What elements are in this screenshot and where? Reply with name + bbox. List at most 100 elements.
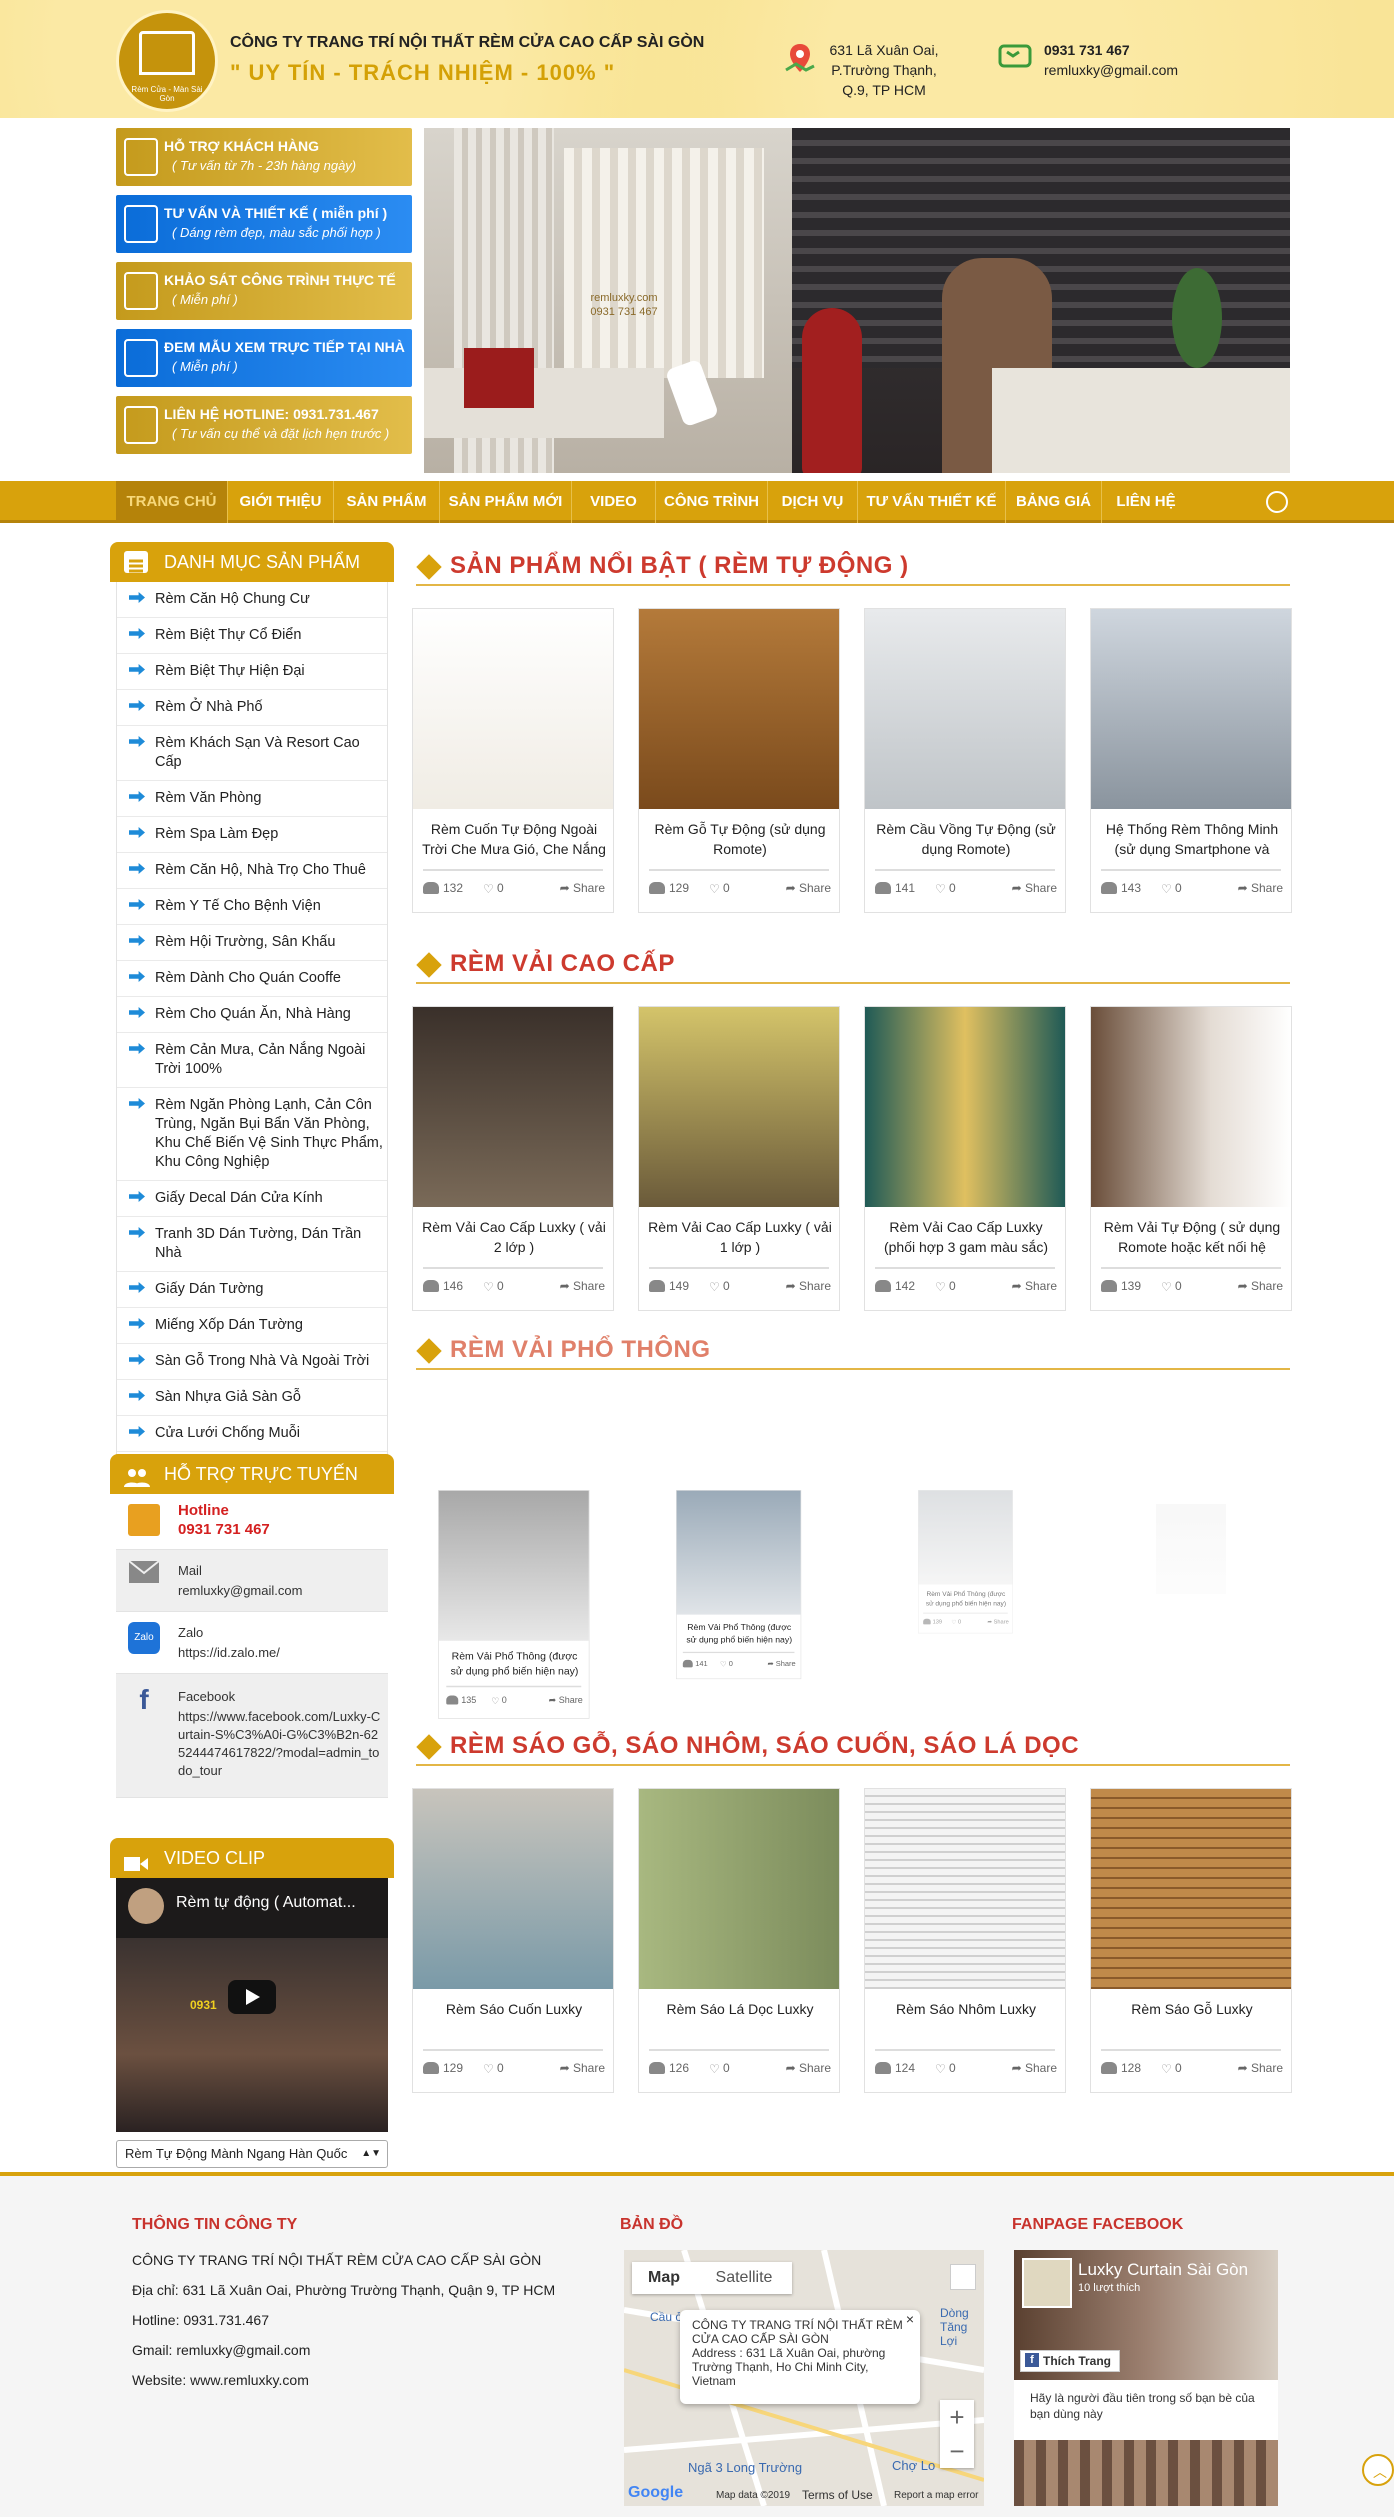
- product-card[interactable]: Rèm Sáo Gỗ Luxky 128 ♡ 0 ➦ Share: [1090, 1788, 1292, 2093]
- product-image[interactable]: [413, 1789, 613, 1989]
- header-phone[interactable]: 0931 731 467: [1044, 40, 1178, 60]
- category-item[interactable]: Rèm Hội Trường, Sân Khấu: [117, 925, 387, 961]
- nav-about[interactable]: GIỚI THIỆU: [228, 481, 334, 523]
- product-name[interactable]: Rèm Vải Cao Cấp Luxky ( vải 2 lớp ): [421, 1217, 607, 1261]
- share-button[interactable]: ➦ Share: [560, 1279, 605, 1293]
- support-mail[interactable]: Mail remluxky@gmail.com: [116, 1550, 388, 1612]
- product-image[interactable]: [865, 1789, 1065, 1989]
- product-card[interactable]: Hệ Thống Rèm Thông Minh (sử dụng Smartph…: [1090, 608, 1292, 913]
- share-button[interactable]: ➦ Share: [767, 1659, 795, 1668]
- video-player[interactable]: Rèm tự động ( Automat... 0931: [116, 1878, 388, 2132]
- category-item[interactable]: Sàn Nhựa Giả Sàn Gỗ: [117, 1380, 387, 1416]
- product-name[interactable]: Rèm Vải Cao Cấp Luxky (phối hợp 3 gam mà…: [873, 1217, 1059, 1261]
- company-logo[interactable]: Rèm Cửa - Màn Sài Gòn: [116, 10, 218, 112]
- section-title[interactable]: RÈM VẢI CAO CẤP: [450, 950, 675, 978]
- heart-icon[interactable]: ♡: [709, 1280, 720, 1294]
- heart-icon[interactable]: ♡: [720, 1660, 727, 1669]
- product-card[interactable]: Rèm Vải Tự Động ( sử dụng Romote hoặc kế…: [1090, 1006, 1292, 1311]
- product-name[interactable]: Rèm Gỗ Tự Động (sử dụng Romote): [647, 819, 833, 863]
- product-image[interactable]: [918, 1490, 1013, 1585]
- category-item[interactable]: Rèm Khách Sạn Và Resort Cao Cấp: [117, 726, 387, 781]
- category-item[interactable]: Sàn Gỗ Trong Nhà Và Ngoài Trời: [117, 1344, 387, 1380]
- category-item[interactable]: Rèm Căn Hộ Chung Cư: [117, 582, 387, 618]
- share-button[interactable]: ➦ Share: [1012, 2061, 1057, 2075]
- nav-home[interactable]: TRANG CHỦ: [116, 481, 228, 523]
- product-name[interactable]: Rèm Vải Phổ Thông (được sử dụng phổ biến…: [682, 1621, 797, 1648]
- category-item[interactable]: Rèm Ở Nhà Phố: [117, 690, 387, 726]
- category-item[interactable]: Rèm Biệt Thự Hiện Đại: [117, 654, 387, 690]
- share-button[interactable]: ➦ Share: [786, 2061, 831, 2075]
- footer-website[interactable]: Website: www.remluxky.com: [132, 2372, 309, 2388]
- zoom-in-icon[interactable]: +: [940, 2402, 974, 2433]
- category-item[interactable]: Rèm Văn Phòng: [117, 781, 387, 817]
- heart-icon[interactable]: ♡: [935, 1280, 946, 1294]
- product-name[interactable]: Rèm Sáo Nhôm Luxky: [873, 1999, 1059, 2043]
- support-box-samples[interactable]: ĐEM MẪU XEM TRỰC TIẾP TẠI NHÀ ( Miễn phí…: [116, 329, 412, 387]
- zoom-out-icon[interactable]: −: [940, 2436, 974, 2467]
- heart-icon[interactable]: ♡: [935, 2062, 946, 2076]
- hero-banner[interactable]: remluxky.com 0931 731 467: [424, 128, 1290, 473]
- facebook-widget[interactable]: Luxky Curtain Sài Gòn 10 lượt thích f Th…: [1014, 2250, 1278, 2506]
- product-card[interactable]: Rèm Sáo Nhôm Luxky 124 ♡ 0 ➦ Share: [864, 1788, 1066, 2093]
- category-item[interactable]: Cửa Lưới Chống Muỗi: [117, 1416, 387, 1452]
- share-button[interactable]: ➦ Share: [1238, 2061, 1283, 2075]
- category-item[interactable]: Rèm Spa Làm Đẹp: [117, 817, 387, 853]
- heart-icon[interactable]: ♡: [483, 1280, 494, 1294]
- nav-design-consult[interactable]: TƯ VẤN THIẾT KẾ: [858, 481, 1006, 523]
- support-zalo[interactable]: Zalo Zalo https://id.zalo.me/: [116, 1612, 388, 1674]
- map-tab[interactable]: Map: [632, 2262, 696, 2294]
- fb-like-button[interactable]: f Thích Trang: [1020, 2350, 1121, 2372]
- product-image[interactable]: [639, 609, 839, 809]
- product-image[interactable]: [1091, 1789, 1291, 1989]
- product-name[interactable]: Rèm Cầu Vồng Tự Động (sử dụng Romote): [873, 819, 1059, 863]
- product-name[interactable]: Rèm Sáo Gỗ Luxky: [1099, 1999, 1285, 2043]
- category-item[interactable]: Rèm Căn Hộ, Nhà Trọ Cho Thuê: [117, 853, 387, 889]
- map-report[interactable]: Report a map error: [894, 2490, 978, 2501]
- map-terms[interactable]: Terms of Use: [802, 2488, 873, 2502]
- support-box-survey[interactable]: KHẢO SÁT CÔNG TRÌNH THỰC TẾ ( Miễn phí ): [116, 262, 412, 320]
- category-item[interactable]: Rèm Cho Quán Ăn, Nhà Hàng: [117, 997, 387, 1033]
- share-button[interactable]: ➦ Share: [786, 881, 831, 895]
- product-image[interactable]: [438, 1490, 589, 1641]
- product-card[interactable]: Rèm Sáo Lá Dọc Luxky 126 ♡ 0 ➦ Share: [638, 1788, 840, 2093]
- heart-icon[interactable]: ♡: [1161, 882, 1172, 896]
- google-map[interactable]: Map Satellite Cầu ở Dòng Tăng Lợi Ngã 3 …: [624, 2250, 984, 2506]
- support-box-design[interactable]: TƯ VẤN VÀ THIẾT KẾ ( miễn phí ) ( Dáng r…: [116, 195, 412, 253]
- support-box-hotline[interactable]: LIÊN HỆ HOTLINE: 0931.731.467 ( Tư vấn c…: [116, 396, 412, 454]
- category-item[interactable]: Rèm Dành Cho Quán Cooffe: [117, 961, 387, 997]
- heart-icon[interactable]: ♡: [1161, 2062, 1172, 2076]
- product-card[interactable]: Rèm Vải Cao Cấp Luxky ( vải 2 lớp ) 146 ♡ 0…: [412, 1006, 614, 1311]
- share-button[interactable]: ➦ Share: [1012, 1279, 1057, 1293]
- category-item[interactable]: Rèm Biệt Thự Cổ Điển: [117, 618, 387, 654]
- support-facebook[interactable]: f Facebook https://www.facebook.com/Luxk…: [116, 1674, 388, 1798]
- section-title[interactable]: SẢN PHẨM NỔI BẬT ( RÈM TỰ ĐỘNG ): [450, 552, 909, 580]
- nav-services[interactable]: DỊCH VỤ: [768, 481, 858, 523]
- product-image[interactable]: [639, 1007, 839, 1207]
- product-name[interactable]: Rèm Vải Tự Động ( sử dụng Romote hoặc kế…: [1099, 1217, 1285, 1261]
- product-card[interactable]: Rèm Vải Cao Cấp Luxky ( vải 1 lớp ) 149 ♡ 0…: [638, 1006, 840, 1311]
- back-to-top-button[interactable]: ︿: [1362, 2454, 1394, 2486]
- play-button[interactable]: [228, 1980, 276, 2014]
- category-item[interactable]: Tranh 3D Dán Tường, Dán Trần Nhà: [117, 1217, 387, 1272]
- close-icon[interactable]: ×: [906, 2312, 914, 2326]
- product-name[interactable]: Rèm Sáo Lá Dọc Luxky: [647, 1999, 833, 2043]
- video-select[interactable]: Rèm Tự Động Mành Ngang Hàn Quốc ▲▼: [116, 2140, 388, 2168]
- share-button[interactable]: ➦ Share: [1012, 881, 1057, 895]
- header-email[interactable]: remluxky@gmail.com: [1044, 60, 1178, 80]
- product-card[interactable]: Rèm Cầu Vồng Tự Động (sử dụng Romote) 141…: [864, 608, 1066, 913]
- category-item[interactable]: Miếng Xốp Dán Tường: [117, 1308, 387, 1344]
- share-button[interactable]: ➦ Share: [1238, 881, 1283, 895]
- product-image[interactable]: [865, 609, 1065, 809]
- heart-icon[interactable]: ♡: [491, 1696, 499, 1707]
- nav-products[interactable]: SẢN PHẨM: [334, 481, 440, 523]
- product-card[interactable]: Rèm Cuốn Tự Động Ngoài Trời Che Mưa Gió,…: [412, 608, 614, 913]
- nav-price-list[interactable]: BẢNG GIÁ: [1006, 481, 1102, 523]
- nav-video[interactable]: VIDEO: [572, 481, 656, 523]
- product-name[interactable]: Hệ Thống Rèm Thông Minh (sử dụng Smartph…: [1099, 819, 1285, 863]
- product-card[interactable]: Rèm Vải Cao Cấp Luxky (phối hợp 3 gam mà…: [864, 1006, 1066, 1311]
- heart-icon[interactable]: ♡: [1161, 1280, 1172, 1294]
- heart-icon[interactable]: ♡: [951, 1619, 956, 1626]
- share-button[interactable]: ➦ Share: [1238, 1279, 1283, 1293]
- share-button[interactable]: ➦ Share: [549, 1695, 583, 1706]
- heart-icon[interactable]: ♡: [709, 2062, 720, 2076]
